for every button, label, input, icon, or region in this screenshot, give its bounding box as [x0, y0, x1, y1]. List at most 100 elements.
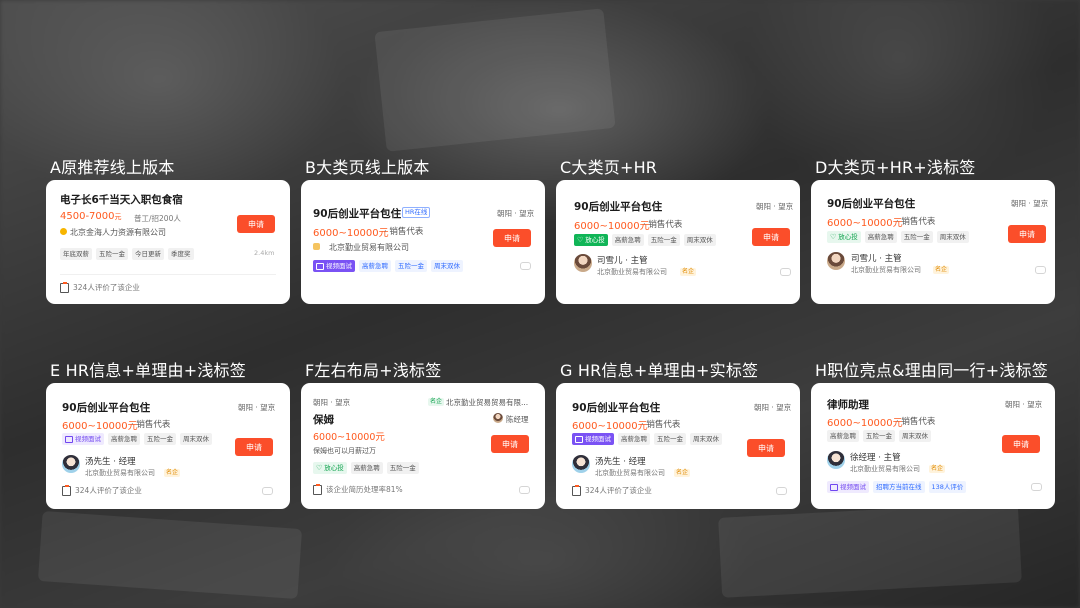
more-icon[interactable]	[262, 487, 273, 495]
position: · 销售代表	[641, 420, 681, 430]
avatar	[827, 252, 845, 270]
review-count: 324人评价了该企业	[585, 486, 652, 495]
position: · 销售代表	[896, 417, 936, 427]
tag: 五险一金	[654, 433, 686, 445]
job-card[interactable]: 律师助理 朝阳 · 望京 6000~10000元 · 销售代表 高薪急聘 五险一…	[811, 383, 1055, 509]
background-shape	[718, 502, 1022, 598]
tag: 年底双薪	[60, 248, 92, 260]
variant-title: A原推荐线上版本	[50, 158, 175, 177]
apply-button[interactable]: 申请	[752, 228, 790, 246]
job-title: 律师助理	[827, 399, 869, 411]
avatar	[574, 254, 592, 272]
job-title: 90后创业平台包住	[827, 198, 916, 210]
more-icon[interactable]	[780, 268, 791, 276]
job-title: 90后创业平台包住	[572, 402, 661, 414]
company-badge-icon	[313, 243, 320, 250]
variant-title: C大类页+HR	[560, 158, 658, 177]
tag: 高薪急聘	[864, 231, 897, 243]
job-card[interactable]: 90后创业平台包住 朝阳 · 望京 6000~10000元 · 销售代表 视频面…	[46, 383, 290, 509]
apply-button[interactable]: 申请	[1008, 225, 1046, 243]
tag-video-interview: 视频面试	[572, 433, 614, 445]
hr-name: 徐经理 · 主管	[850, 453, 901, 463]
avatar	[62, 455, 80, 473]
job-card[interactable]: 朝阳 · 望京 名企 北京勤业贸易贸易有限... 保姆 陈经理 6000~100…	[301, 383, 545, 509]
location: 朝阳 · 望京	[1011, 199, 1049, 208]
hr-name: 陈经理	[506, 415, 529, 424]
apply-button[interactable]: 申请	[493, 229, 531, 247]
variant-title: G HR信息+单理由+实标签	[560, 361, 759, 380]
tag: 季度奖	[168, 248, 194, 260]
location: 朝阳 · 望京	[238, 403, 276, 412]
salary: 4500-7000元	[60, 211, 122, 222]
tag: 五险一金	[96, 248, 128, 260]
more-icon[interactable]	[519, 486, 530, 494]
more-icon[interactable]	[520, 262, 531, 270]
tag: 周末双休	[936, 231, 969, 243]
job-card[interactable]: 90后创业平台包住 朝阳 · 望京 6000~10000元 · 销售代表 ♡ 放心…	[811, 180, 1055, 304]
hr-name: 司雪儿 · 主管	[597, 256, 648, 266]
company-badge: 名企	[933, 266, 950, 274]
job-meta: 普工/招200人	[134, 214, 181, 223]
tag-recruiter-online: 招聘方当前在线	[873, 481, 925, 493]
hr-online-badge: HR在线	[402, 207, 431, 218]
tag-video-interview: 视频面试	[827, 481, 869, 493]
company-name: 北京勤业贸易有限公司	[329, 243, 409, 252]
salary: 6000~10000元	[313, 228, 389, 239]
apply-button[interactable]: 申请	[237, 215, 275, 233]
company-name: 北京勤业贸易有限公司	[851, 266, 921, 274]
tag-list: ♡ 放心投 高薪急聘 五险一金 周末双休	[574, 234, 716, 246]
more-icon[interactable]	[1035, 266, 1046, 274]
more-icon[interactable]	[776, 487, 787, 495]
location: 朝阳 · 望京	[313, 398, 351, 407]
company-name: 北京金海人力资源有限公司	[70, 228, 166, 237]
review-icon	[62, 485, 71, 496]
position: · 销售代表	[896, 217, 936, 227]
job-card[interactable]: 电子长6千当天入职包食宿 4500-7000元 普工/招200人 北京金海人力资…	[46, 180, 290, 304]
tag: 高薪急聘	[350, 462, 383, 474]
company-badge: 名企	[164, 469, 181, 477]
tag: 周末双休	[180, 433, 212, 445]
apply-button[interactable]: 申请	[491, 435, 529, 453]
tag: 高薪急聘	[618, 433, 650, 445]
company-badge: 名企	[428, 398, 445, 406]
salary: 6000~10000元	[827, 218, 903, 229]
tag: 高薪急聘	[827, 430, 859, 442]
apply-button[interactable]: 申请	[1002, 435, 1040, 453]
tag: 五险一金	[863, 430, 895, 442]
tag-list: 视频面试 高薪急聘 五险一金 周末双休	[572, 433, 722, 445]
hr-name: 汤先生 · 经理	[595, 457, 646, 467]
company-name: 北京勤业贸易有限公司	[850, 465, 920, 473]
review-icon	[313, 484, 322, 495]
job-card[interactable]: 90后创业平台包住 朝阳 · 望京 6000~10000元 · 销售代表 ♡ 放心…	[556, 180, 800, 304]
salary: 6000~10000元	[574, 221, 650, 232]
apply-button[interactable]: 申请	[747, 439, 785, 457]
avatar	[493, 413, 503, 423]
review-icon	[60, 282, 69, 293]
video-icon	[316, 262, 324, 270]
tag-list: 视频面试 高薪急聘 五险一金 周末双休	[62, 433, 212, 445]
job-title: 90后创业平台包住	[574, 201, 663, 213]
more-icon[interactable]	[1031, 483, 1042, 491]
apply-button[interactable]: 申请	[235, 438, 273, 456]
tag: 周末双休	[683, 234, 716, 246]
company-name: 北京勤业贸易有限公司	[595, 469, 665, 477]
variant-title: D大类页+HR+浅标签	[815, 158, 976, 177]
location: 朝阳 · 望京	[756, 202, 794, 211]
company-name: 北京勤业贸易贸易有限...	[446, 398, 529, 407]
job-title: 电子长6千当天入职包食宿	[60, 194, 183, 206]
company-name: 北京勤业贸易有限公司	[597, 268, 667, 276]
location: 朝阳 · 望京	[497, 209, 535, 218]
job-title: 90后创业平台包住	[62, 402, 151, 414]
tag: 今日更新	[132, 248, 164, 260]
hr-name: 司雪儿 · 主管	[851, 254, 902, 264]
salary: 6000~10000元	[827, 418, 903, 429]
variant-title: F左右布局+浅标签	[305, 361, 442, 380]
job-description: 保姆也可以月薪过万	[313, 447, 376, 455]
job-card[interactable]: 90后创业平台包住 HR在线 朝阳 · 望京 6000~10000元 · 销售代…	[301, 180, 545, 304]
distance: 2.4km	[254, 249, 275, 257]
tag-review-count: 138人评价	[928, 481, 967, 493]
tag-video-interview: 视频面试	[62, 433, 104, 445]
review-icon	[572, 485, 581, 496]
job-card[interactable]: 90后创业平台包住 朝阳 · 望京 6000~10000元 · 销售代表 视频面…	[556, 383, 800, 509]
heart-icon: ♡	[830, 232, 837, 241]
